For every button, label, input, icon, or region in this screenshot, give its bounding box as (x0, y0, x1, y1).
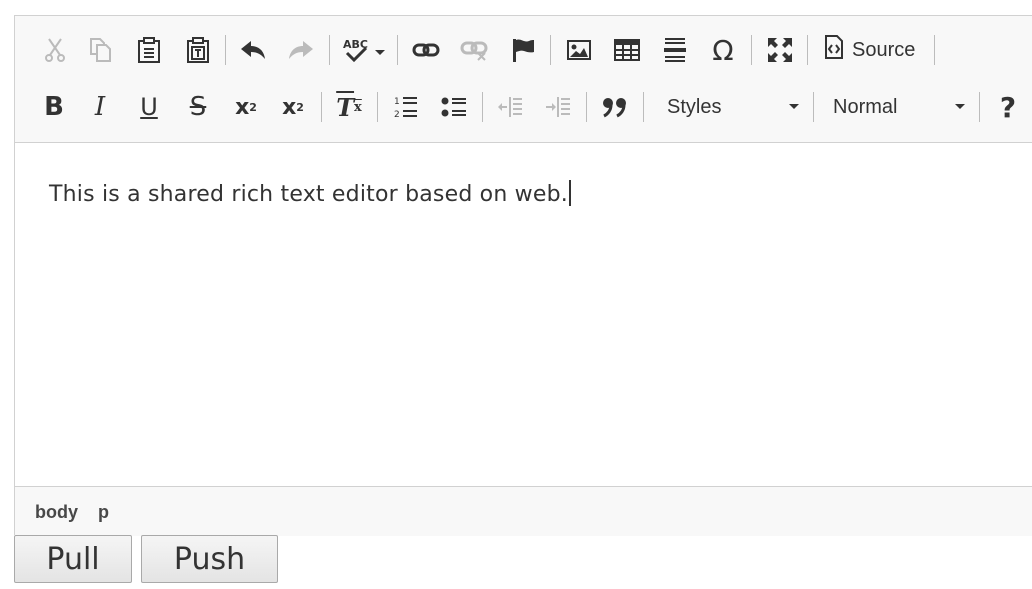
editor-text: This is a shared rich text editor based … (49, 182, 568, 207)
toolbar-separator (321, 92, 322, 122)
source-label: Source (852, 38, 916, 61)
copy-icon[interactable] (83, 35, 117, 65)
strikethrough-icon[interactable]: S (181, 92, 215, 122)
help-icon[interactable]: ? (991, 91, 1025, 124)
numbered-list-icon[interactable]: 12 (389, 92, 423, 122)
anchor-flag-icon[interactable] (506, 35, 540, 65)
toolbar-separator (225, 35, 226, 65)
table-icon[interactable] (610, 35, 644, 65)
toolbar-separator (377, 92, 378, 122)
source-icon (824, 35, 844, 65)
editor-content-area[interactable]: This is a shared rich text editor based … (15, 144, 1032, 486)
toolbar-separator (807, 35, 808, 65)
styles-label: Styles (667, 95, 722, 118)
toolbar-separator (586, 92, 587, 122)
subscript-icon[interactable]: x2 (229, 92, 263, 122)
spellcheck-icon[interactable]: ABC (341, 35, 387, 65)
rich-text-editor: ABC Ω Source B I U S x 2 x 2 T x 1 2 Sty… (14, 15, 1032, 536)
paste-as-text-icon[interactable] (181, 35, 215, 65)
unlink-icon[interactable] (457, 35, 491, 65)
toolbar-separator (813, 92, 814, 122)
format-label: Normal (833, 95, 898, 118)
element-path-bar: body p (15, 486, 1032, 536)
toolbar-separator (934, 35, 935, 65)
toolbar-separator (979, 92, 980, 122)
underline-icon[interactable]: U (132, 92, 166, 122)
styles-dropdown[interactable]: Styles (657, 92, 803, 122)
text-caret (568, 180, 571, 206)
toolbar-separator (643, 92, 644, 122)
toolbar-separator (482, 92, 483, 122)
link-icon[interactable] (409, 35, 443, 65)
paste-icon[interactable] (132, 35, 166, 65)
remove-format-icon[interactable]: Tx (332, 92, 366, 122)
toolbar-separator (751, 35, 752, 65)
bulleted-list-icon[interactable] (437, 92, 471, 122)
editor-toolbar: ABC Ω Source B I U S x 2 x 2 T x 1 2 Sty… (15, 16, 1032, 143)
toolbar-separator (550, 35, 551, 65)
push-button[interactable]: Push (141, 535, 278, 583)
cut-icon[interactable] (38, 35, 72, 65)
path-item-body[interactable]: body (35, 502, 78, 523)
path-item-p[interactable]: p (98, 502, 109, 523)
toolbar-separator (397, 35, 398, 65)
svg-text:1: 1 (394, 97, 400, 107)
format-dropdown[interactable]: Normal (823, 92, 969, 122)
redo-icon[interactable] (284, 35, 318, 65)
editor-paragraph[interactable]: This is a shared rich text editor based … (49, 180, 571, 207)
blockquote-icon[interactable] (598, 92, 632, 122)
italic-icon[interactable]: I (83, 92, 117, 122)
superscript-icon[interactable]: x2 (276, 92, 310, 122)
decrease-indent-icon[interactable] (493, 92, 527, 122)
pull-button[interactable]: Pull (14, 535, 132, 583)
maximize-icon[interactable] (763, 35, 797, 65)
horizontal-line-icon[interactable] (658, 35, 692, 65)
special-char-icon[interactable]: Ω (706, 34, 740, 67)
increase-indent-icon[interactable] (541, 92, 575, 122)
chevron-down-icon (789, 104, 799, 109)
bold-icon[interactable]: B (37, 92, 71, 122)
source-button[interactable]: Source (818, 35, 921, 65)
svg-text:2: 2 (394, 110, 400, 120)
image-icon[interactable] (562, 35, 596, 65)
toolbar-separator (329, 35, 330, 65)
chevron-down-icon (955, 104, 965, 109)
undo-icon[interactable] (236, 35, 270, 65)
